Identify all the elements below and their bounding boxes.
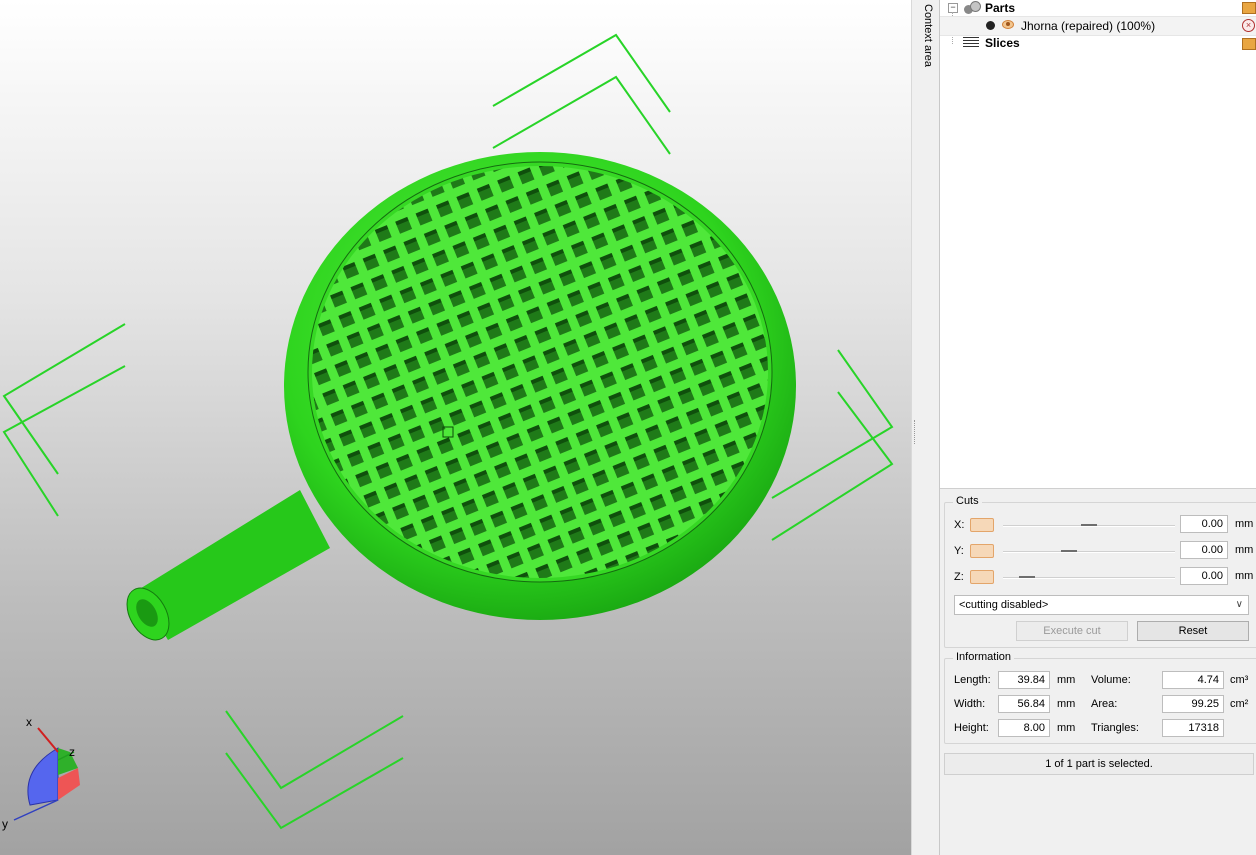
tree-item-slices[interactable]: Slices (940, 34, 1256, 52)
racket-model[interactable] (118, 152, 796, 647)
length-label: Length: (954, 674, 991, 686)
reset-button[interactable]: Reset (1137, 621, 1249, 641)
cut-y-toggle[interactable] (970, 544, 994, 558)
cuts-group: Cuts X: 0.00 mm Y: 0.00 mm Z: 0.00 mm <c… (944, 495, 1256, 648)
height-field[interactable]: 8.00 (998, 719, 1050, 737)
cut-x-slider-thumb[interactable] (1081, 524, 1097, 526)
context-area-tab[interactable]: Context area (919, 0, 940, 855)
triangles-field[interactable]: 17318 (1162, 719, 1224, 737)
cut-z-slider-thumb[interactable] (1019, 576, 1035, 578)
parts-tree[interactable]: − Parts Jhorna (repaired) (100%) × Slice… (940, 0, 1256, 489)
cut-z-label: Z: (954, 571, 964, 583)
racket-grid-mesh (312, 166, 768, 578)
cut-x-toggle[interactable] (970, 518, 994, 532)
area-field[interactable]: 99.25 (1162, 695, 1224, 713)
cut-y-label: Y: (954, 545, 964, 557)
information-title: Information (953, 651, 1015, 663)
cut-y-field[interactable]: 0.00 (1180, 541, 1228, 559)
cut-z-field[interactable]: 0.00 (1180, 567, 1228, 585)
area-label: Area: (1091, 698, 1118, 710)
cut-x-unit: mm (1235, 518, 1254, 530)
height-label: Height: (954, 722, 989, 734)
visibility-dot-icon[interactable] (986, 21, 995, 30)
axis-gizmo: x y z (2, 715, 80, 831)
cut-z-unit: mm (1235, 570, 1254, 582)
height-unit: mm (1057, 722, 1076, 734)
triangles-label: Triangles: (1091, 722, 1139, 734)
cut-z-toggle[interactable] (970, 570, 994, 584)
information-group: Information Length: 39.84 mm Width: 56.8… (944, 651, 1256, 744)
axis-z-label: z (69, 745, 75, 759)
tree-parts-label: Parts (985, 1, 1016, 15)
width-label: Width: (954, 698, 986, 710)
volume-field[interactable]: 4.74 (1162, 671, 1224, 689)
area-unit: cm² (1230, 698, 1249, 710)
tree-slices-label: Slices (985, 36, 1020, 50)
right-panel: − Parts Jhorna (repaired) (100%) × Slice… (940, 0, 1256, 855)
execute-cut-button[interactable]: Execute cut (1016, 621, 1128, 641)
length-field[interactable]: 39.84 (998, 671, 1050, 689)
slices-icon (963, 37, 979, 49)
eye-icon[interactable] (1002, 20, 1014, 29)
volume-label: Volume: (1091, 674, 1131, 686)
3d-viewport[interactable]: x y z (0, 0, 911, 855)
volume-unit: cm³ (1230, 674, 1249, 686)
cut-y-unit: mm (1235, 544, 1254, 556)
width-unit: mm (1057, 698, 1076, 710)
selection-status: 1 of 1 part is selected. (944, 753, 1254, 775)
selection-bracket-bottom (225, 710, 404, 830)
chevron-down-icon: ∨ (1235, 599, 1243, 610)
folder-icon[interactable] (1242, 2, 1256, 14)
scene-canvas[interactable]: x y z (0, 0, 911, 855)
tree-part-name: Jhorna (repaired) (100%) (1021, 19, 1156, 33)
cut-x-field[interactable]: 0.00 (1180, 515, 1228, 533)
slices-folder-icon[interactable] (1242, 38, 1256, 50)
axis-x-label: x (26, 715, 32, 729)
tree-item-part[interactable]: Jhorna (repaired) (100%) × (940, 16, 1256, 36)
cutting-mode-value: <cutting disabled> (959, 599, 1049, 611)
cut-x-label: X: (954, 519, 965, 531)
cutting-mode-select[interactable]: <cutting disabled> ∨ (954, 595, 1249, 615)
selection-bracket-left (2, 323, 126, 517)
selection-bracket-top (492, 33, 671, 155)
context-area-label: Context area (922, 4, 934, 67)
cuts-title: Cuts (953, 495, 982, 507)
cut-y-slider[interactable] (1003, 551, 1175, 553)
axis-y-label: y (2, 817, 8, 831)
width-field[interactable]: 56.84 (998, 695, 1050, 713)
parts-icon (964, 1, 981, 15)
cut-y-slider-thumb[interactable] (1061, 550, 1077, 552)
remove-icon[interactable]: × (1242, 19, 1255, 32)
length-unit: mm (1057, 674, 1076, 686)
